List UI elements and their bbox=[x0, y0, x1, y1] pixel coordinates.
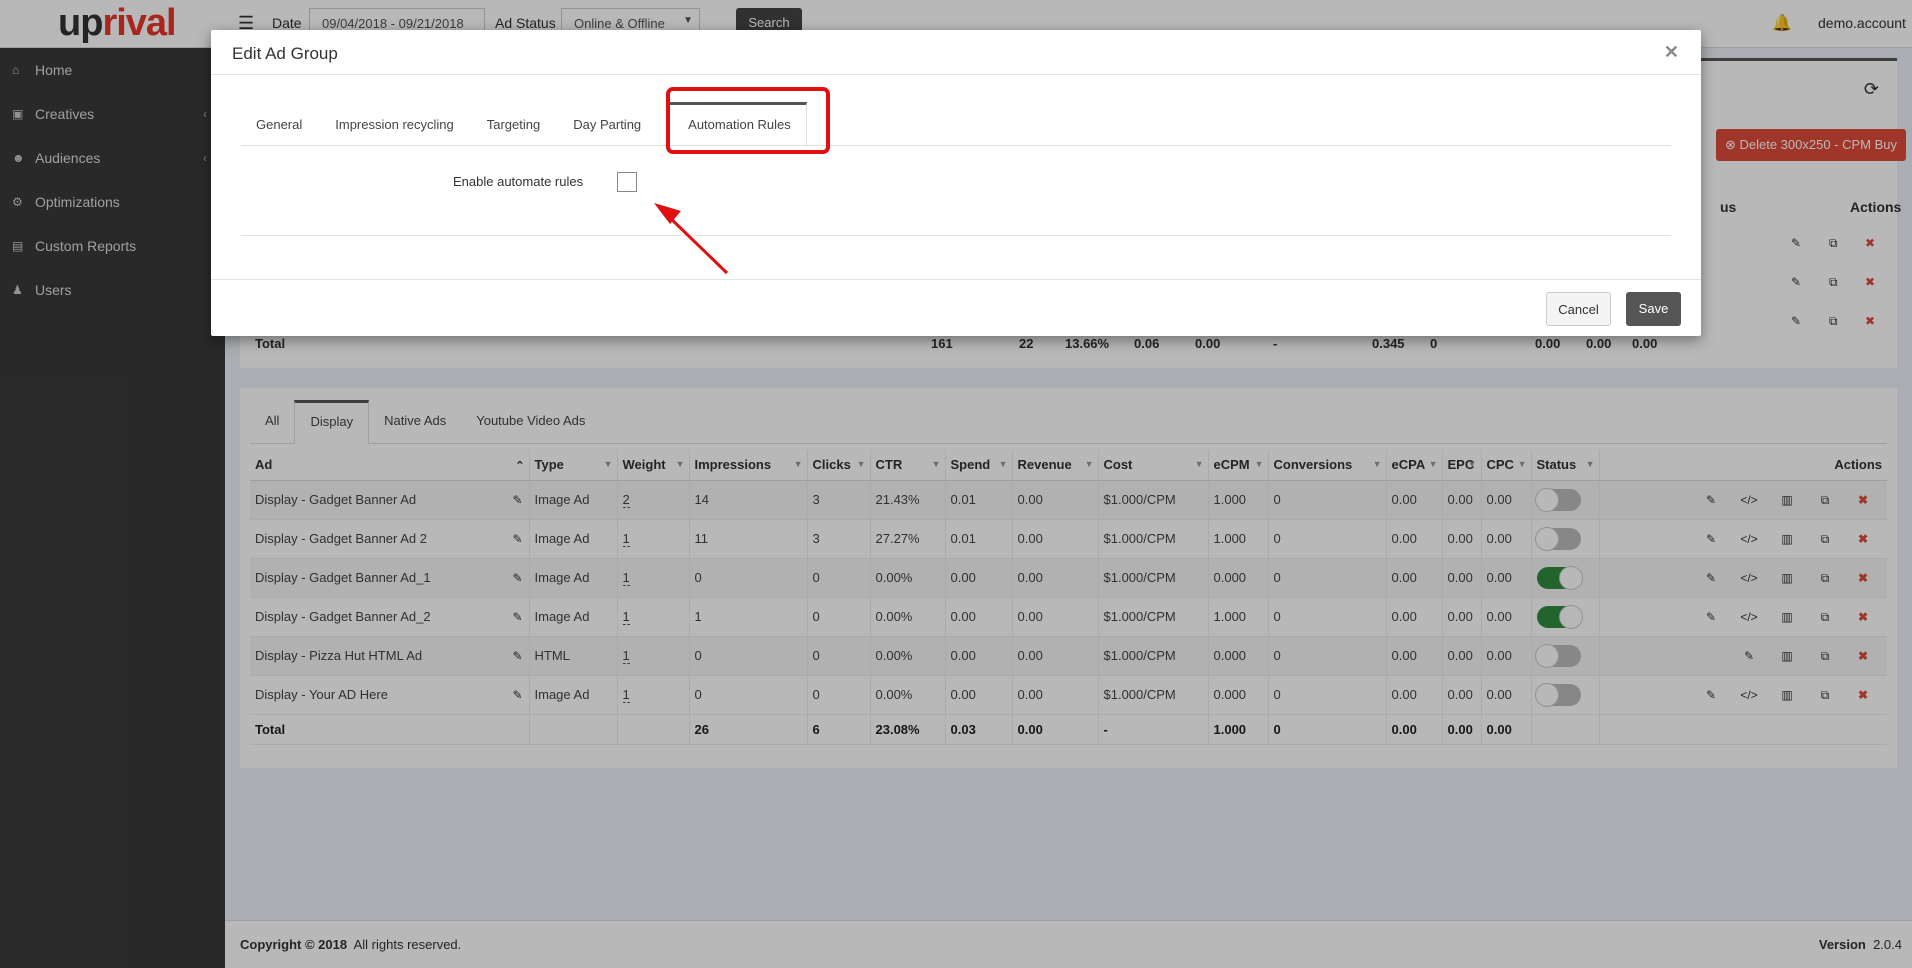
enable-automate-rules-label: Enable automate rules bbox=[453, 174, 584, 189]
modal-header: Edit Ad Group ✕ bbox=[211, 30, 1701, 75]
save-button[interactable]: Save bbox=[1626, 292, 1681, 326]
close-icon[interactable]: ✕ bbox=[1664, 42, 1679, 63]
highlight-box bbox=[666, 87, 830, 154]
tab-targeting[interactable]: Targeting bbox=[472, 102, 558, 146]
modal-footer: Cancel Save bbox=[211, 279, 1701, 336]
tab-impression-recycling[interactable]: Impression recycling bbox=[320, 102, 472, 146]
edit-ad-group-modal: Edit Ad Group ✕ General Impression recyc… bbox=[211, 30, 1701, 336]
tab-day-parting[interactable]: Day Parting bbox=[558, 102, 659, 146]
tab-general[interactable]: General bbox=[241, 102, 320, 146]
automation-rules-pane: Enable automate rules bbox=[241, 146, 1671, 236]
modal-title: Edit Ad Group bbox=[232, 44, 338, 63]
modal-tabs: General Impression recycling Targeting D… bbox=[241, 102, 1671, 146]
cancel-button[interactable]: Cancel bbox=[1546, 292, 1611, 326]
enable-automate-rules-checkbox[interactable] bbox=[617, 172, 637, 192]
